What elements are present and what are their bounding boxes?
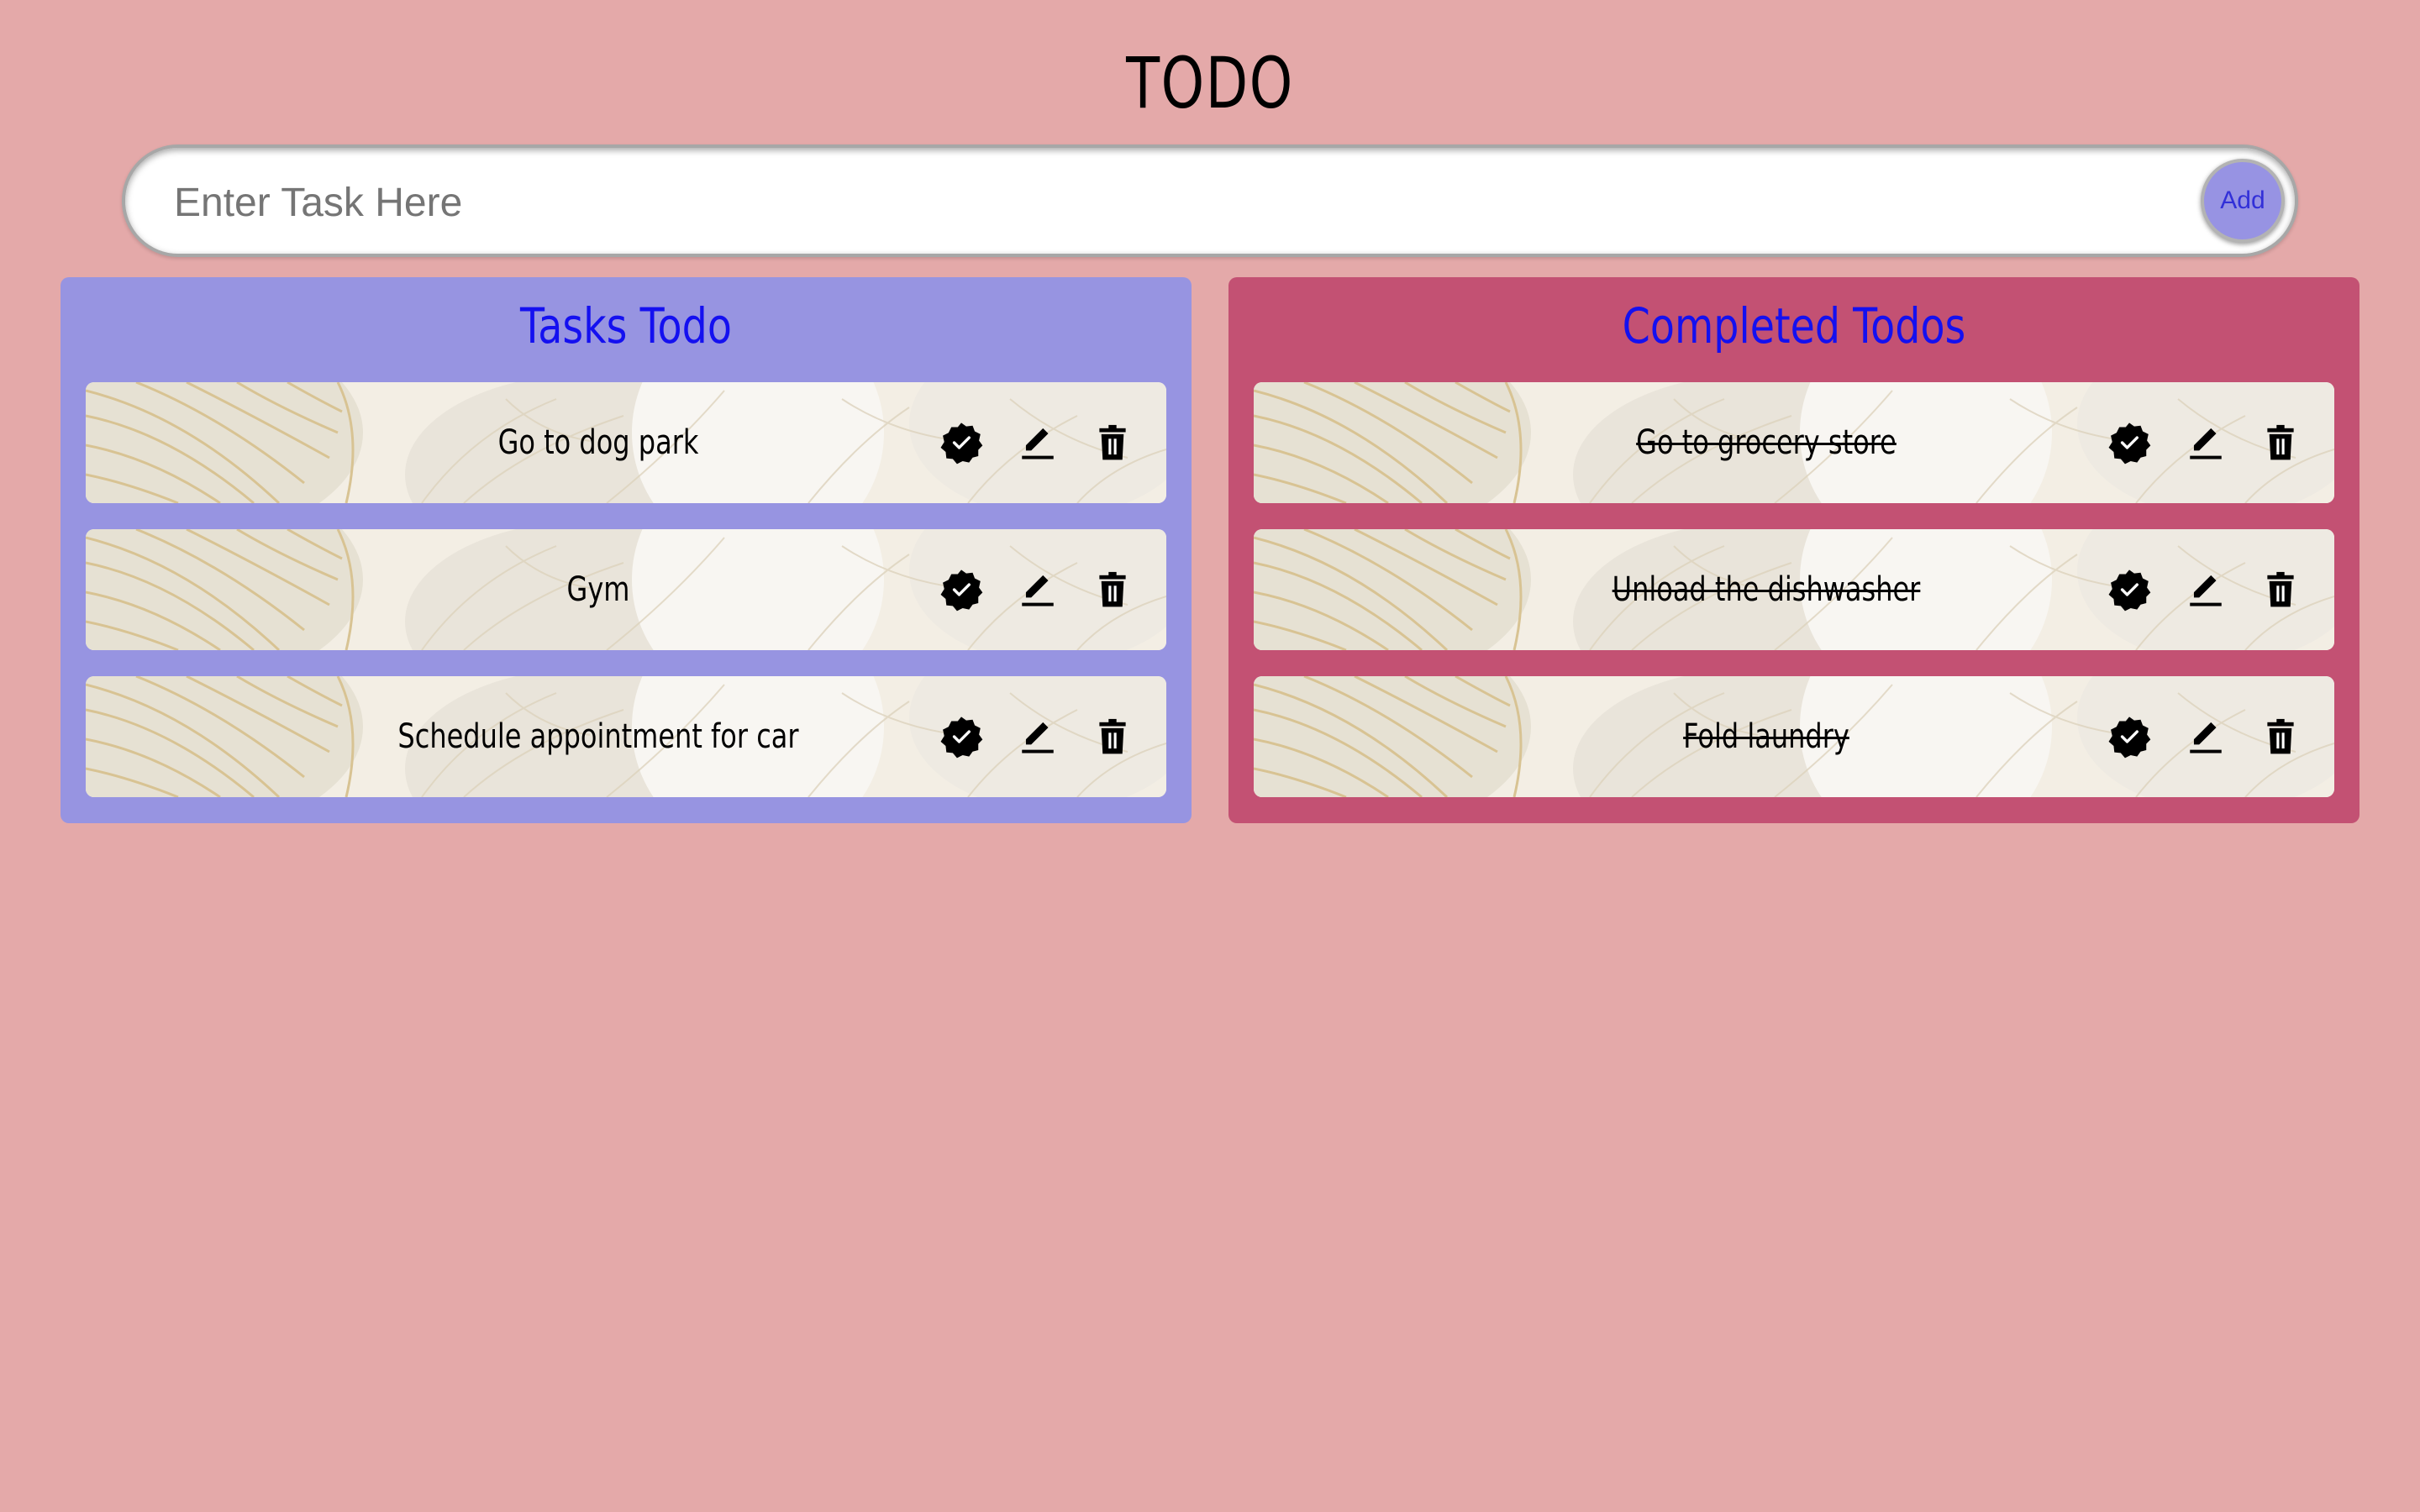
- app-title: TODO: [1126, 42, 1294, 124]
- completed-item: Fold laundry: [1254, 676, 2334, 797]
- add-button[interactable]: Add: [2201, 159, 2285, 243]
- tasks-todo-panel: Tasks Todo Go to dog park Gym Schedule a…: [60, 277, 1192, 823]
- edit-pencil-icon[interactable]: [2179, 416, 2233, 470]
- edit-pencil-icon[interactable]: [1011, 563, 1065, 617]
- todo-item: Schedule appointment for car: [86, 676, 1166, 797]
- trash-icon[interactable]: [1086, 416, 1139, 470]
- edit-pencil-icon[interactable]: [2179, 563, 2233, 617]
- check-badge-icon[interactable]: [934, 563, 988, 617]
- panel-title: Tasks Todo: [520, 297, 732, 354]
- completed-item: Go to grocery store: [1254, 382, 2334, 503]
- check-badge-icon[interactable]: [2102, 563, 2156, 617]
- trash-icon[interactable]: [1086, 710, 1139, 764]
- panel-title: Completed Todos: [1622, 297, 1966, 354]
- completed-item-text: Fold laundry: [1683, 717, 1849, 756]
- check-badge-icon[interactable]: [2102, 710, 2156, 764]
- task-input[interactable]: [172, 166, 2142, 239]
- trash-icon[interactable]: [2254, 416, 2307, 470]
- trash-icon[interactable]: [2254, 563, 2307, 617]
- check-badge-icon[interactable]: [2102, 416, 2156, 470]
- todo-item-text: Gym: [566, 570, 630, 609]
- todo-item: Gym: [86, 529, 1166, 650]
- todo-item: Go to dog park: [86, 382, 1166, 503]
- task-input-bar: Add: [122, 144, 2298, 257]
- edit-pencil-icon[interactable]: [1011, 416, 1065, 470]
- trash-icon[interactable]: [2254, 710, 2307, 764]
- trash-icon[interactable]: [1086, 563, 1139, 617]
- check-badge-icon[interactable]: [934, 710, 988, 764]
- completed-item: Unload the dishwasher: [1254, 529, 2334, 650]
- completed-item-text: Go to grocery store: [1636, 423, 1897, 462]
- todo-item-text: Go to dog park: [497, 423, 699, 462]
- todo-item-text: Schedule appointment for car: [397, 717, 799, 756]
- edit-pencil-icon[interactable]: [1011, 710, 1065, 764]
- edit-pencil-icon[interactable]: [2179, 710, 2233, 764]
- completed-item-text: Unload the dishwasher: [1612, 570, 1921, 609]
- completed-todos-panel: Completed Todos Go to grocery store Unlo…: [1228, 277, 2360, 823]
- check-badge-icon[interactable]: [934, 416, 988, 470]
